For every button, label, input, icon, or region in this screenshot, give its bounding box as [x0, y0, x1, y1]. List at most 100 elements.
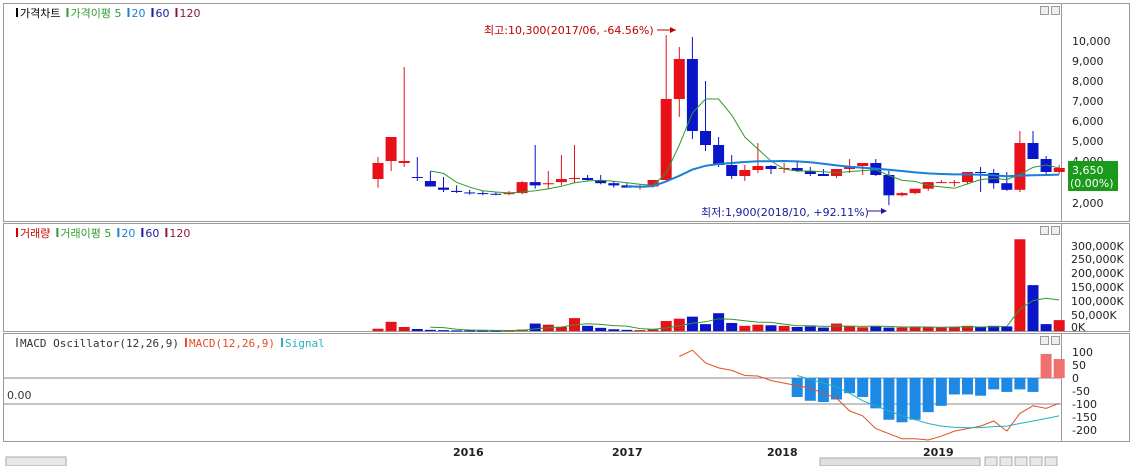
candle-body: [686, 59, 698, 131]
maximize-icon[interactable]: [1051, 226, 1060, 235]
candle-body: [1027, 143, 1039, 159]
legend-marker-icon: [56, 228, 59, 237]
legend-marker-icon: [151, 8, 154, 17]
minimize-icon[interactable]: [1040, 336, 1049, 345]
toolbar-button-2[interactable]: [999, 456, 1013, 466]
volume-bar: [1053, 320, 1065, 331]
current-change: (0.00%): [1070, 177, 1114, 190]
candle-body: [883, 175, 895, 196]
volume-bar: [660, 320, 672, 331]
candle-body: [975, 172, 987, 173]
candle-body: [451, 190, 463, 192]
minimize-icon[interactable]: [1040, 226, 1049, 235]
volume-bar: [844, 326, 856, 331]
volume-bar: [595, 327, 607, 331]
volume-bar: [713, 313, 725, 331]
high-annotation: 최고:10,300(2017/06, -64.56%): [484, 24, 676, 37]
volume-bar: [817, 327, 829, 331]
minimize-icon[interactable]: [1040, 6, 1049, 15]
volume-bar: [752, 324, 764, 331]
volume-bar: [778, 325, 790, 331]
candle-body: [817, 174, 829, 176]
volume-bar: [529, 323, 541, 331]
macd-legend-item: MACD(12,26,9): [189, 337, 275, 350]
candle-body: [385, 137, 397, 161]
x-tick-label: 2018: [767, 446, 798, 459]
volume-legend-item: 20: [121, 227, 135, 240]
candle-body: [726, 165, 738, 176]
candle-body: [582, 178, 594, 180]
volume-legend-item: 60: [145, 227, 159, 240]
volume-bar: [857, 327, 869, 331]
oscillator-bar: [1027, 378, 1039, 392]
candle-body: [752, 166, 764, 170]
candle-body: [438, 187, 449, 190]
candle-body: [555, 179, 567, 183]
zoom-control[interactable]: [5, 456, 67, 466]
volume-bar: [621, 329, 633, 331]
price-tick-label: 9,000: [1072, 55, 1104, 68]
maximize-icon[interactable]: [1051, 6, 1060, 15]
candle-body: [542, 183, 554, 185]
macd-tick-label: -50: [1072, 385, 1090, 398]
candle-body: [411, 177, 423, 178]
oscillator-bar: [1001, 378, 1013, 392]
oscillator-bar: [962, 378, 973, 395]
macd-tick-label: -100: [1072, 398, 1097, 411]
volume-bar: [700, 324, 711, 331]
candle-body: [948, 182, 960, 184]
price-tick-label: 2,000: [1072, 197, 1104, 210]
candle-body: [765, 166, 777, 169]
legend-marker-icon: [184, 338, 187, 347]
candle-body: [372, 163, 384, 179]
maximize-icon[interactable]: [1051, 336, 1060, 345]
price-legend-item: 가격이평 5: [70, 7, 121, 20]
candle-body: [660, 99, 672, 180]
volume-bar: [791, 326, 803, 331]
volume-bar: [831, 323, 842, 331]
volume-bar: [948, 326, 960, 331]
legend-marker-icon: [117, 228, 120, 237]
volume-bar: [726, 322, 738, 331]
price-legend-item: 120: [179, 7, 200, 20]
legend-marker-icon: [16, 228, 18, 237]
candle-body: [739, 170, 751, 176]
price-legend-item: 20: [131, 7, 145, 20]
legend-marker-icon: [16, 8, 18, 17]
volume-tick-label: 150,000K: [1071, 281, 1124, 294]
price-legend-item: 60: [155, 7, 169, 20]
volume-legend-item: 120: [169, 227, 190, 240]
candle-body: [909, 188, 921, 194]
toolbar-button-3[interactable]: [1014, 456, 1028, 466]
volume-bar: [1027, 285, 1039, 331]
toolbar-button-5[interactable]: [1044, 456, 1058, 466]
candle-body: [398, 161, 410, 163]
price-legend-item: 가격차트: [20, 7, 60, 20]
volume-bar: [1040, 324, 1052, 331]
bottom-toolbar[interactable]: [5, 456, 1058, 466]
oscillator-bar: [909, 378, 921, 420]
volume-bar: [372, 328, 384, 331]
oscillator-bar: [791, 378, 803, 397]
candle-body: [608, 183, 620, 186]
legend-marker-icon: [141, 228, 144, 237]
volume-bar: [424, 329, 436, 331]
price-tick-label: 10,000: [1072, 35, 1111, 48]
oscillator-bar: [1053, 359, 1065, 378]
oscillator-bar: [883, 378, 895, 420]
toolbar-button-1[interactable]: [984, 456, 998, 466]
scrollbar-track[interactable]: [819, 457, 981, 466]
candle-body: [1001, 183, 1013, 190]
macd-tick-label: -150: [1072, 411, 1097, 424]
x-tick-label: 2016: [453, 446, 484, 459]
volume-bar: [582, 325, 594, 331]
volume-tick-label: 0K: [1071, 321, 1086, 334]
oscillator-bar: [1014, 378, 1026, 390]
low-annotation: 최저:1,900(2018/10, +92.11%): [701, 206, 887, 219]
legend-marker-icon: [66, 8, 69, 17]
oscillator-bar: [1040, 353, 1052, 378]
volume-bar: [896, 327, 908, 331]
candle-body: [464, 192, 476, 194]
toolbar-button-4[interactable]: [1029, 456, 1043, 466]
volume-tick-label: 300,000K: [1071, 240, 1124, 253]
